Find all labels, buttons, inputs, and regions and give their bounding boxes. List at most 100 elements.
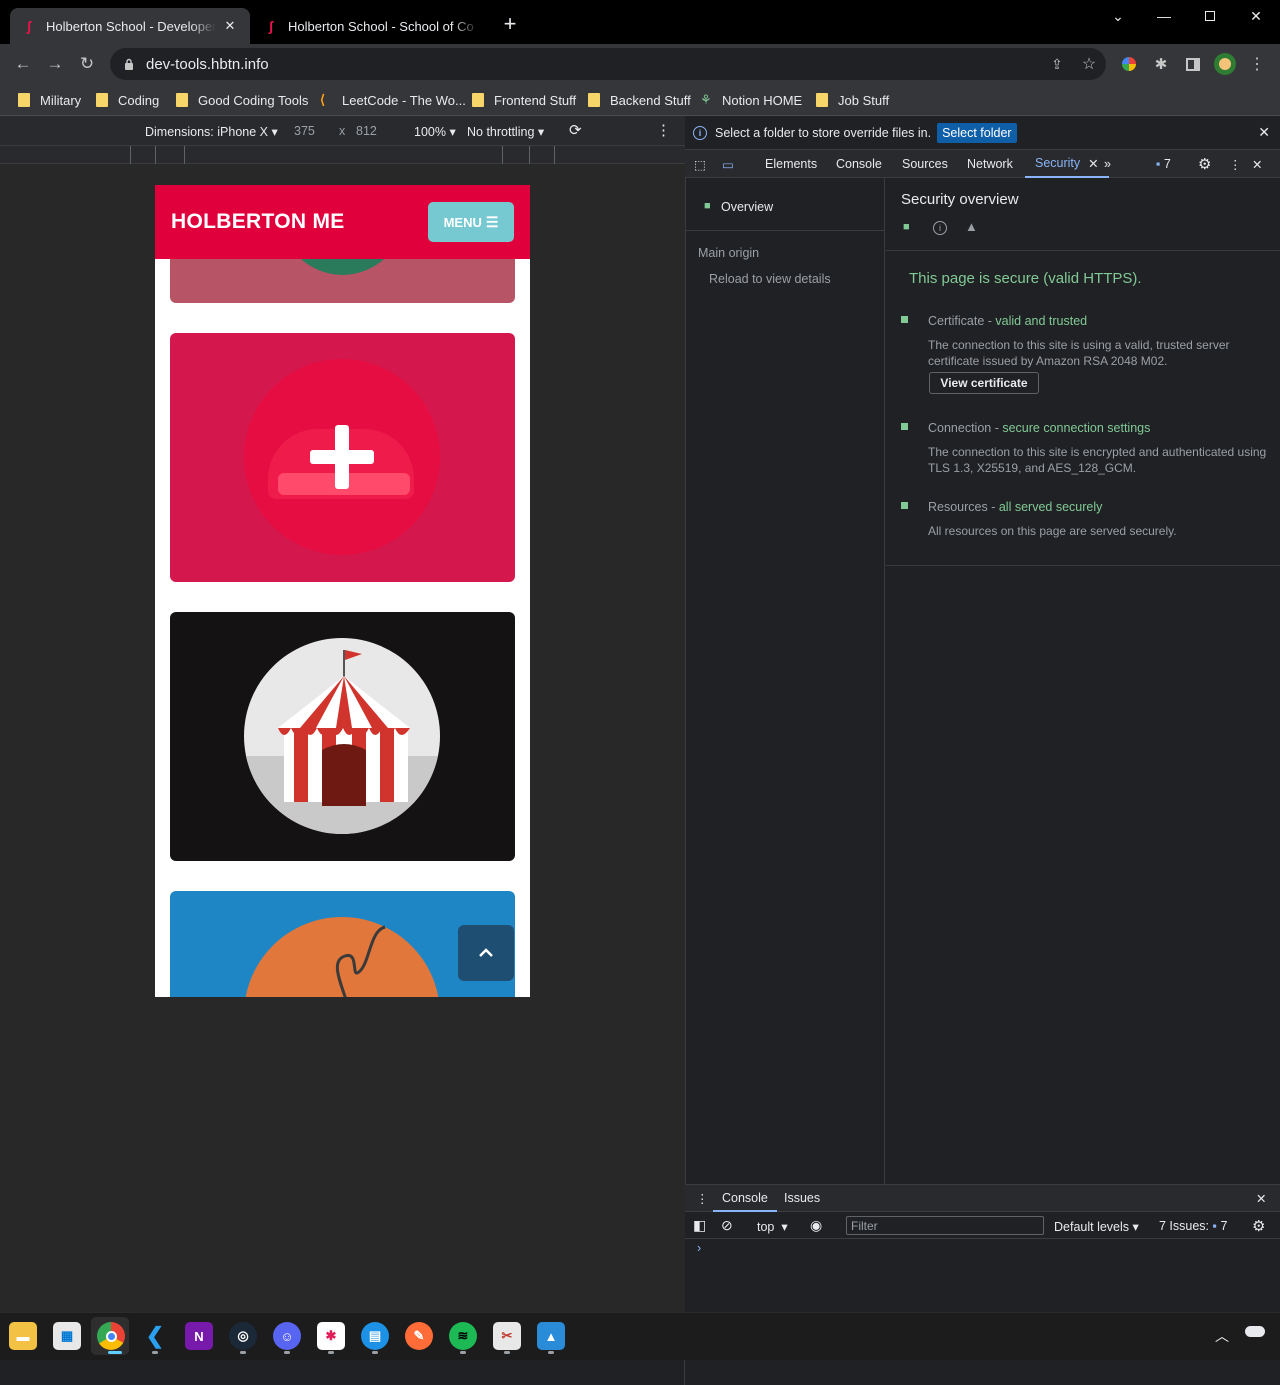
holberton-favicon-icon: ʃ (26, 18, 32, 34)
devtools-more-icon[interactable]: ⋮ (1225, 150, 1246, 178)
close-infobar-icon[interactable]: ✕ (1258, 124, 1270, 141)
bookmark-military[interactable]: Military (18, 90, 81, 110)
bookmark-good-coding-tools[interactable]: Good Coding Tools (176, 90, 308, 110)
inspect-element-icon[interactable]: ⬚ (688, 150, 712, 178)
device-toolbar-more-icon[interactable]: ⋮ (656, 121, 671, 139)
site-header: HOLBERTON ME MENU ☰ (155, 185, 530, 259)
height-input[interactable]: 812 (356, 124, 377, 138)
browser-tab-active[interactable]: ʃ Holberton School - Developer to ✕ (10, 8, 250, 44)
dimensions-select[interactable]: Dimensions: iPhone X ▾ (145, 124, 278, 139)
share-icon[interactable]: ⇪ (1044, 52, 1070, 76)
mobile-page: HOLBERTON ME MENU ☰ (155, 185, 530, 997)
scroll-to-top-button[interactable] (458, 925, 514, 981)
console-sidebar-icon[interactable]: ◧ (693, 1217, 706, 1234)
drawer-more-icon[interactable]: ⋮ (696, 1191, 709, 1206)
zoom-select[interactable]: 100% ▾ (414, 124, 456, 139)
chrome-icon[interactable] (97, 1322, 125, 1350)
close-tab-icon[interactable]: ✕ (222, 18, 238, 34)
log-levels-select[interactable]: Default levels ▾ (1054, 1219, 1139, 1234)
bookmark-backend-stuff[interactable]: Backend Stuff (588, 90, 691, 110)
forward-icon[interactable]: → (42, 52, 68, 76)
site-logo[interactable]: HOLBERTON ME (171, 210, 345, 234)
bookmark-label: Job Stuff (838, 92, 890, 108)
settings-gear-icon[interactable]: ⚙ (1194, 150, 1215, 178)
maximize-button[interactable] (1187, 0, 1233, 32)
project-card[interactable] (170, 612, 515, 861)
project-card[interactable] (170, 333, 515, 582)
onedrive-cloud-icon[interactable] (1245, 1326, 1265, 1337)
drawer-tab-issues[interactable]: Issues (784, 1191, 820, 1205)
tab-search-icon[interactable]: ⌄ (1095, 0, 1141, 32)
profile-avatar[interactable] (1212, 52, 1238, 76)
drawer-tab-console[interactable]: Console (713, 1185, 777, 1212)
file-explorer-icon[interactable]: ▬ (9, 1322, 37, 1350)
select-folder-button[interactable]: Select folder (937, 122, 1017, 143)
holberton-favicon-icon: ʃ (268, 18, 274, 34)
minimize-button[interactable]: — (1141, 0, 1187, 32)
sidebar-overview[interactable]: Overview (721, 200, 773, 214)
console-filter-input[interactable]: Filter (846, 1216, 1044, 1235)
tab-sources[interactable]: Sources (892, 150, 958, 178)
lock-icon: ■ (704, 200, 711, 212)
view-certificate-button[interactable]: View certificate (929, 372, 1039, 394)
spotify-icon[interactable]: ≋ (449, 1322, 477, 1350)
vscode-icon[interactable]: ❮ (141, 1322, 169, 1350)
close-window-button[interactable]: ✕ (1233, 0, 1279, 32)
menu-button[interactable]: MENU ☰ (428, 202, 514, 242)
notion-icon: ⚘ (700, 92, 712, 107)
issues-counter[interactable]: ▪ 7 (1152, 150, 1175, 178)
close-drawer-icon[interactable]: ✕ (1256, 1191, 1266, 1206)
steam-icon[interactable]: ◎ (229, 1322, 257, 1350)
width-input[interactable]: 375 (294, 124, 315, 138)
bookmark-job-stuff[interactable]: Job Stuff (816, 90, 889, 110)
certificate-desc-2: certificate issued by Amazon RSA 2048 M0… (928, 354, 1168, 368)
docker-icon[interactable]: ▤ (361, 1322, 389, 1350)
bookmark-star-icon[interactable]: ☆ (1076, 52, 1102, 76)
tab-elements[interactable]: Elements (755, 150, 827, 178)
slack-icon[interactable]: ✱ (317, 1322, 345, 1350)
side-panel-icon[interactable] (1180, 52, 1206, 76)
discord-icon[interactable]: ☺ (273, 1322, 301, 1350)
onenote-icon[interactable]: N (185, 1322, 213, 1350)
connection-desc-1: The connection to this site is encrypted… (928, 445, 1267, 459)
issues-count-button[interactable]: 7 Issues: ▪ 7 (1159, 1219, 1227, 1233)
rotate-icon[interactable]: ⟳ (569, 121, 582, 139)
close-tab-icon[interactable]: ✕ (1088, 156, 1098, 171)
more-menu-icon[interactable]: ⋮ (1244, 52, 1270, 76)
console-prompt[interactable]: › (697, 1241, 701, 1255)
tray-chevron-up-icon[interactable]: ︿ (1215, 1326, 1229, 1346)
back-icon[interactable]: ← (10, 52, 36, 76)
folder-icon (588, 93, 600, 107)
context-select[interactable]: top ▾ (757, 1219, 788, 1234)
new-tab-button[interactable]: + (498, 11, 522, 36)
tab-network[interactable]: Network (957, 150, 1023, 178)
bookmark-label: Military (40, 92, 82, 108)
address-bar[interactable]: dev-tools.hbtn.info (110, 48, 1106, 80)
tab-console[interactable]: Console (826, 150, 892, 178)
bookmark-notion-home[interactable]: ⚘ Notion HOME (700, 90, 802, 110)
times-label: x (339, 124, 346, 138)
device-toggle-icon[interactable]: ▭ (716, 150, 740, 178)
tab-security[interactable]: Security ✕ (1025, 150, 1109, 178)
throttling-select[interactable]: No throttling ▾ (467, 124, 544, 139)
security-overview-title: Security overview (901, 191, 1019, 208)
console-settings-gear-icon[interactable]: ⚙ (1252, 1217, 1265, 1235)
photos-icon[interactable]: ▲ (537, 1322, 565, 1350)
bookmark-leetcode[interactable]: ⟨ LeetCode - The Wo... (320, 90, 466, 110)
microsoft-store-icon[interactable]: ▦ (53, 1322, 81, 1350)
bookmark-frontend-stuff[interactable]: Frontend Stuff (472, 90, 576, 110)
live-expression-eye-icon[interactable]: ◉ (810, 1217, 822, 1234)
postman-icon[interactable]: ✎ (405, 1322, 433, 1350)
bookmark-coding[interactable]: Coding (96, 90, 159, 110)
clear-console-icon[interactable]: ⊘ (721, 1217, 733, 1234)
browser-tab[interactable]: ʃ Holberton School - School of Co (252, 8, 492, 44)
extensions-puzzle-icon[interactable]: ✱ (1148, 52, 1174, 76)
media-query-bar (0, 146, 685, 164)
reload-to-view-details[interactable]: Reload to view details (709, 272, 831, 286)
extension-color-icon[interactable] (1116, 52, 1142, 76)
tab-security-label: Security (1035, 156, 1081, 170)
reload-icon[interactable]: ↻ (74, 52, 100, 76)
close-devtools-icon[interactable]: ✕ (1248, 150, 1266, 178)
more-tabs-icon[interactable]: » (1100, 150, 1115, 178)
snipping-tool-icon[interactable]: ✂ (493, 1322, 521, 1350)
